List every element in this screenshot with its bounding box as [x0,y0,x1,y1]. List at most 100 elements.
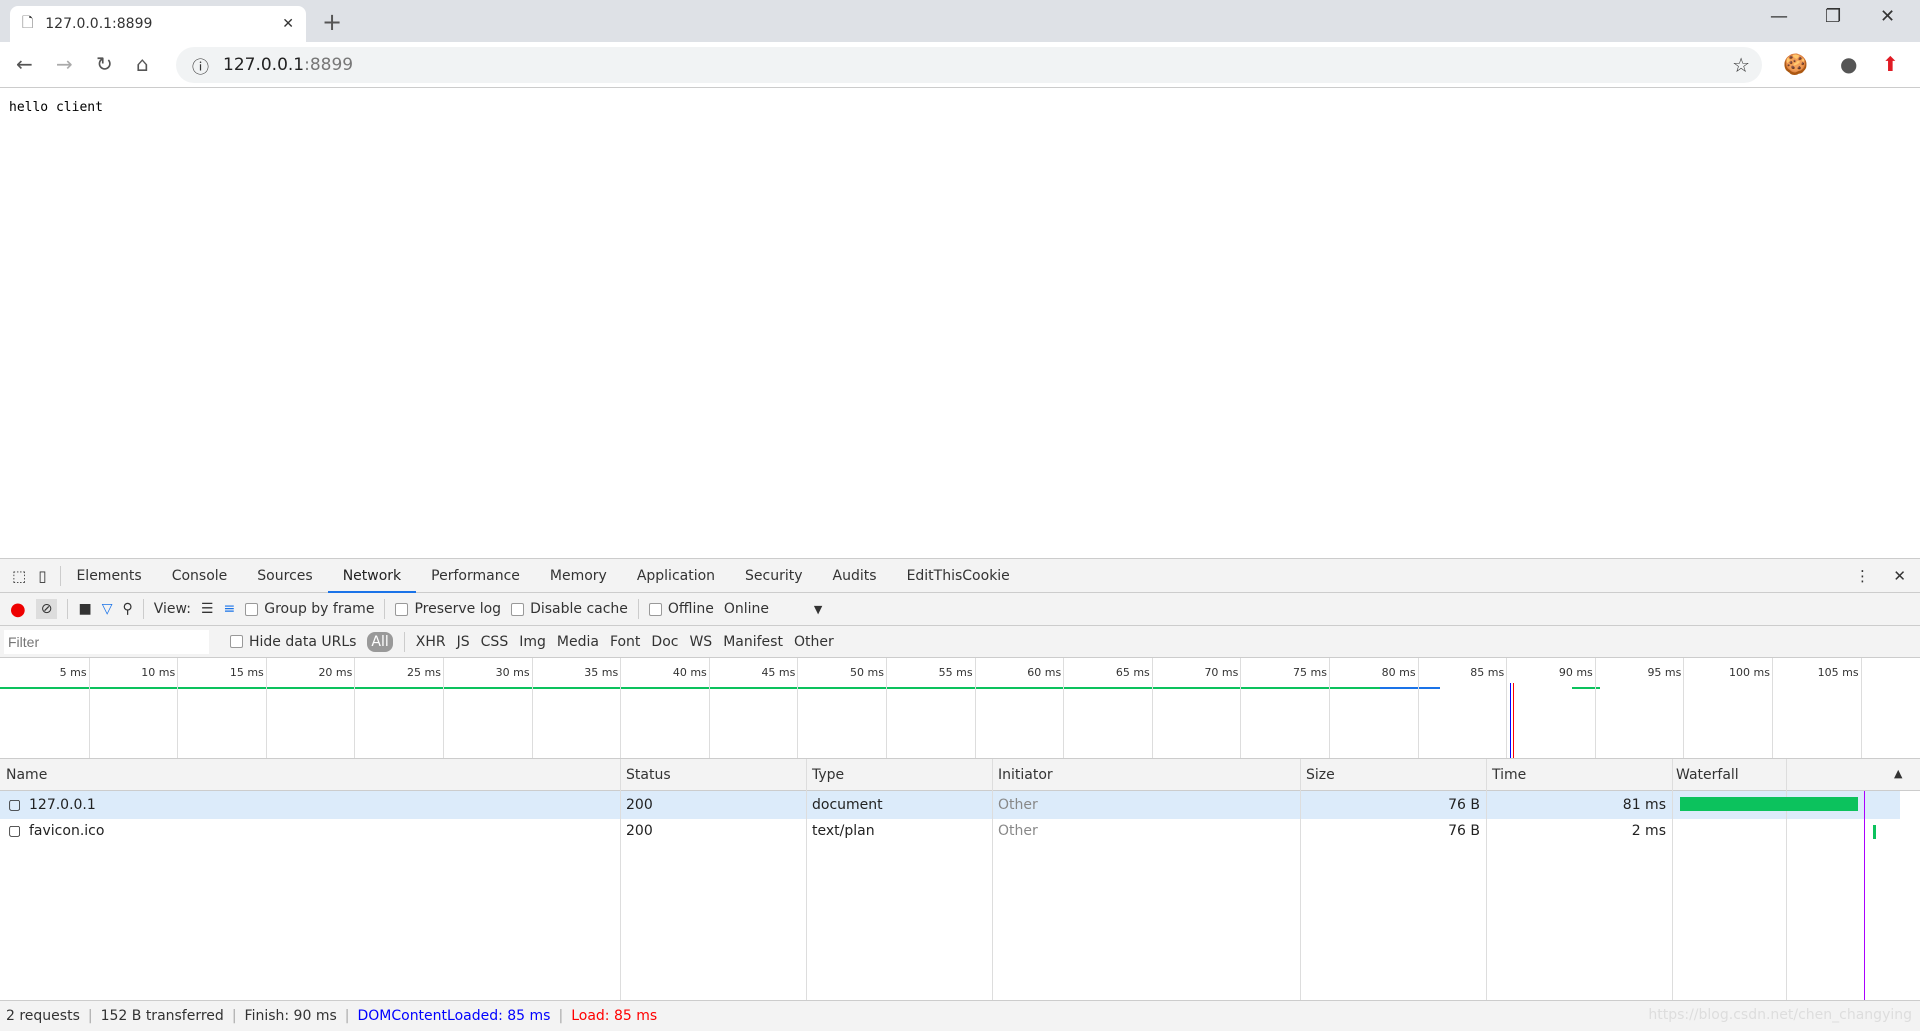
forward-icon[interactable]: → [56,52,73,76]
overview-tick: 5 ms [60,658,90,758]
tab-editthiscookie[interactable]: EditThisCookie [892,559,1025,593]
sort-up-icon[interactable]: ▲ [1894,767,1902,780]
group-by-frame-checkbox[interactable]: Group by frame [245,601,374,617]
close-tab-icon[interactable]: ✕ [282,16,294,32]
column-name[interactable]: Name [6,767,47,783]
waterfall-view-icon[interactable]: ≡ [223,601,235,617]
clear-icon[interactable]: ⊘ [35,599,58,619]
overview-tick: 70 ms [1204,658,1242,758]
overview-favicon-bar [1572,687,1600,689]
waterfall-bar [1873,825,1876,839]
tab-network[interactable]: Network [327,559,417,593]
row-initiator: Other [998,823,1038,839]
row-status: 200 [626,823,653,839]
row-time: 81 ms [1622,797,1666,813]
filter-icon[interactable]: ▽ [102,601,113,617]
preserve-log-checkbox[interactable]: Preserve log [395,601,501,617]
requests-table: Name Status Type Initiator Size Time Wat… [0,759,1920,1000]
record-icon[interactable]: ● [10,599,26,620]
home-icon[interactable]: ⌂ [136,52,149,76]
dcl-marker [1510,683,1511,758]
new-tab-button[interactable]: + [322,8,342,36]
cookie-extension-icon[interactable]: 🍪 [1783,52,1808,76]
close-devtools-icon[interactable]: ✕ [1893,567,1906,585]
row-status: 200 [626,797,653,813]
filter-type-js[interactable]: JS [457,634,470,650]
tab-console[interactable]: Console [157,559,243,593]
transferred-size: 152 B transferred [100,1008,224,1024]
offline-checkbox[interactable]: Offline [648,601,714,617]
throttle-select[interactable]: Online [724,601,804,617]
toolbar: ← → ↻ ⌂ ⓘ 127.0.0.1:8899 ☆ 🍪 ● ⬆ [0,42,1920,88]
column-initiator[interactable]: Initiator [998,767,1053,783]
column-time[interactable]: Time [1492,767,1526,783]
page-icon: 🗋 [22,15,34,31]
overview-tick: 85 ms [1470,658,1508,758]
overview-tick: 25 ms [407,658,444,758]
filter-type-css[interactable]: CSS [481,634,509,650]
chevron-down-icon[interactable]: ▼ [814,603,822,616]
row-type: document [812,797,883,813]
overview-tick: 20 ms [318,658,356,758]
back-icon[interactable]: ← [16,52,33,76]
overview-tick: 50 ms [850,658,887,758]
profile-icon[interactable]: ● [1840,52,1857,76]
column-waterfall[interactable]: Waterfall [1676,767,1739,783]
search-icon[interactable]: ⚲ [122,601,132,617]
overview-document-bar [0,687,1440,689]
reload-icon[interactable]: ↻ [96,52,113,76]
status-bar: 2 requests | 152 B transferred | Finish: 9… [0,1000,1920,1031]
restore-button[interactable]: ❐ [1825,6,1841,27]
tab-sources[interactable]: Sources [242,559,327,593]
device-toggle-icon[interactable]: ▯ [34,567,60,585]
filter-type-all[interactable]: All [367,631,393,652]
inspect-icon[interactable]: ⬚ [0,567,34,585]
tab-memory[interactable]: Memory [535,559,622,593]
disable-cache-checkbox[interactable]: Disable cache [511,601,628,617]
row-size: 76 B [1448,823,1480,839]
network-overview[interactable]: 5 ms 10 ms 15 ms 20 ms 25 ms 30 ms 35 ms 40 ms 4… [0,658,1920,759]
overview-tick: 65 ms [1116,658,1153,758]
filter-type-doc[interactable]: Doc [651,634,678,650]
column-status[interactable]: Status [626,767,671,783]
filter-type-xhr[interactable]: XHR [416,634,446,650]
minimize-button[interactable]: — [1770,6,1788,27]
filter-type-ws[interactable]: WS [689,634,712,650]
row-size: 76 B [1448,797,1480,813]
column-type[interactable]: Type [812,767,844,783]
row-name[interactable]: favicon.ico [29,823,104,839]
close-window-button[interactable]: ✕ [1880,6,1895,27]
filter-type-font[interactable]: Font [610,634,640,650]
tab-audits[interactable]: Audits [818,559,892,593]
browser-tab[interactable]: 🗋 127.0.0.1:8899 ✕ [10,6,306,42]
more-icon[interactable]: ⋮ [1855,567,1870,585]
row-name[interactable]: 127.0.0.1 [29,797,96,813]
tab-security[interactable]: Security [730,559,818,593]
filter-type-other[interactable]: Other [794,634,834,650]
devtools-tabs: ⬚ ▯ Elements Console Sources Network Per… [0,559,1920,593]
overview-tick: 35 ms [584,658,622,758]
tab-application[interactable]: Application [622,559,730,593]
view-label: View: [153,601,191,617]
column-size[interactable]: Size [1306,767,1335,783]
load-line [1864,791,1865,1000]
screenshot-camera-icon[interactable]: ■ [78,601,91,617]
address-bar[interactable]: ⓘ 127.0.0.1:8899 ☆ [176,47,1762,83]
filter-type-manifest[interactable]: Manifest [723,634,783,650]
overview-tick: 105 ms [1818,658,1862,758]
overview-tick: 90 ms [1559,658,1596,758]
list-view-icon[interactable]: ☰ [201,601,214,617]
hide-data-urls-checkbox[interactable]: Hide data URLs [230,634,356,650]
waterfall-bar [1680,797,1858,811]
update-icon[interactable]: ⬆ [1882,52,1899,76]
tab-elements[interactable]: Elements [61,559,156,593]
row-time: 2 ms [1631,823,1666,839]
filter-type-img[interactable]: Img [519,634,546,650]
filter-type-media[interactable]: Media [557,634,599,650]
watermark: https://blog.csdn.net/chen_changying [1648,1007,1912,1023]
star-icon[interactable]: ☆ [1732,53,1750,77]
info-icon[interactable]: ⓘ [192,53,209,78]
document-icon: ▢ [8,823,22,839]
filter-input[interactable] [4,629,209,654]
tab-performance[interactable]: Performance [416,559,535,593]
